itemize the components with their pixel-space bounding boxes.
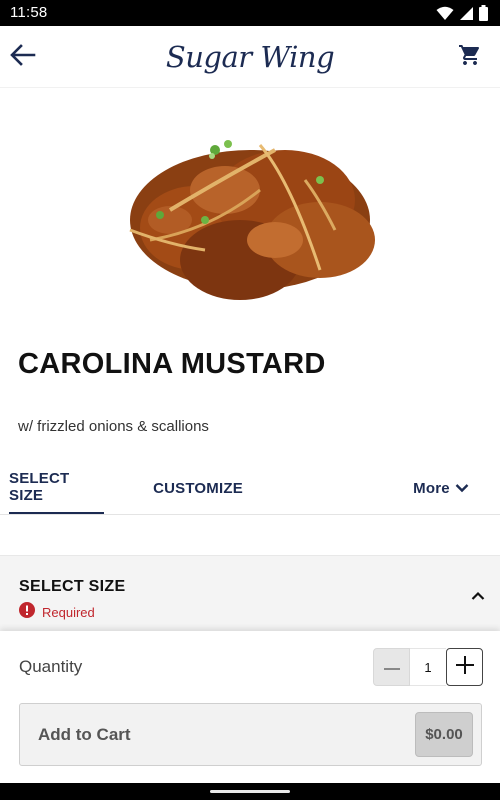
required-text: Required xyxy=(42,605,95,620)
add-to-cart-button[interactable]: Add to Cart $0.00 xyxy=(19,703,482,766)
product-description: w/ frizzled onions & scallions xyxy=(18,418,209,435)
status-time: 11:58 xyxy=(10,4,48,21)
plus-icon xyxy=(455,655,474,679)
order-panel: Quantity 1 Add to Cart $0.00 xyxy=(0,631,500,783)
decrement-button[interactable] xyxy=(373,648,410,686)
app-header: Sugar Wing xyxy=(0,26,500,88)
error-icon xyxy=(19,602,35,623)
chevron-down-icon xyxy=(455,480,469,497)
required-indicator: Required xyxy=(19,602,95,623)
add-to-cart-label: Add to Cart xyxy=(38,725,131,744)
cart-button[interactable] xyxy=(454,41,486,73)
tab-customize[interactable]: CUSTOMIZE xyxy=(146,462,250,514)
quantity-stepper: 1 xyxy=(373,648,483,686)
select-size-section[interactable]: SELECT SIZE Required xyxy=(0,555,500,631)
battery-icon xyxy=(479,5,488,26)
wifi-icon xyxy=(436,6,454,26)
shopping-cart-icon xyxy=(458,43,482,72)
product-title: CAROLINA MUSTARD xyxy=(18,348,326,380)
home-indicator[interactable] xyxy=(210,790,290,793)
status-icons xyxy=(436,5,488,26)
tab-bar: SELECT SIZE CUSTOMIZE More xyxy=(0,462,500,515)
tab-more[interactable]: More xyxy=(404,462,478,514)
increment-button[interactable] xyxy=(446,648,483,686)
arrow-left-icon xyxy=(10,43,36,71)
quantity-value: 1 xyxy=(410,648,446,686)
price-badge: $0.00 xyxy=(415,712,473,757)
section-title: SELECT SIZE xyxy=(19,578,126,595)
tab-more-label: More xyxy=(413,479,450,497)
status-bar: 11:58 xyxy=(0,0,500,26)
tab-select-size[interactable]: SELECT SIZE xyxy=(9,462,104,514)
back-button[interactable] xyxy=(6,40,40,74)
brand-logo: Sugar Wing xyxy=(150,30,350,84)
chevron-up-icon[interactable] xyxy=(471,588,485,606)
product-image xyxy=(110,120,390,320)
brand-name: Sugar Wing xyxy=(165,40,335,74)
system-nav-bar xyxy=(0,783,500,800)
signal-icon xyxy=(459,6,474,26)
minus-icon xyxy=(383,658,400,676)
quantity-label: Quantity xyxy=(19,657,83,676)
